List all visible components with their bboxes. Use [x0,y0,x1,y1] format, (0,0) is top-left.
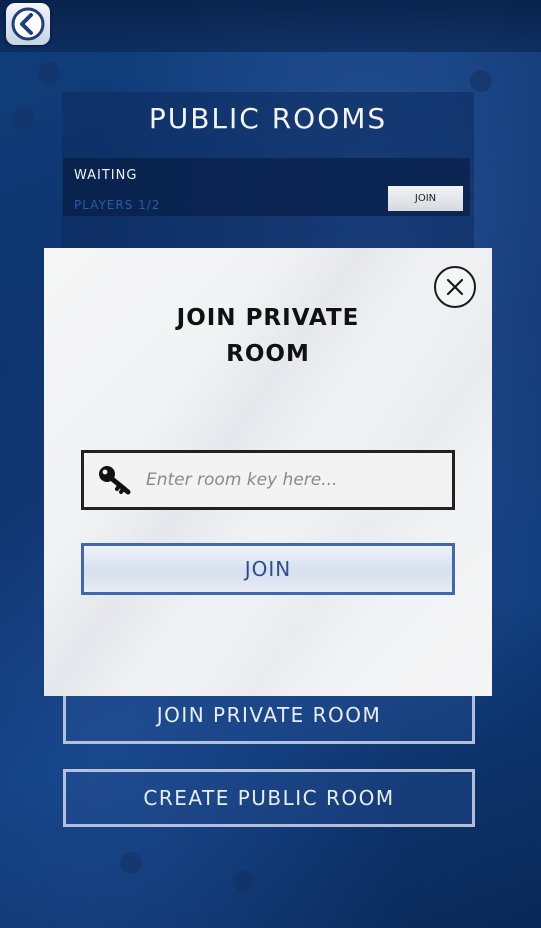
back-button[interactable] [6,3,50,45]
dialog-title: JOIN PRIVATE ROOM [118,300,418,372]
join-private-room-dialog: JOIN PRIVATE ROOM JOIN [44,248,492,696]
key-icon [99,466,131,495]
room-key-input[interactable] [144,459,444,501]
close-icon [446,278,464,296]
room-key-field[interactable] [81,450,455,510]
create-public-room-button[interactable]: CREATE PUBLIC ROOM [63,769,475,827]
join-button[interactable]: JOIN [81,543,455,595]
top-bar [0,0,541,52]
room-status: WAITING [74,168,138,183]
close-button[interactable] [434,266,476,308]
room-list-item: WAITING PLAYERS 1/2 JOIN [63,158,470,216]
room-join-button[interactable]: JOIN [388,186,463,211]
dialog-title-line1: JOIN PRIVATE [176,305,360,331]
room-players: PLAYERS 1/2 [74,198,161,212]
dialog-title-line2: ROOM [226,341,310,367]
back-arrow-icon [11,7,45,41]
page-title: PUBLIC ROOMS [148,102,388,135]
